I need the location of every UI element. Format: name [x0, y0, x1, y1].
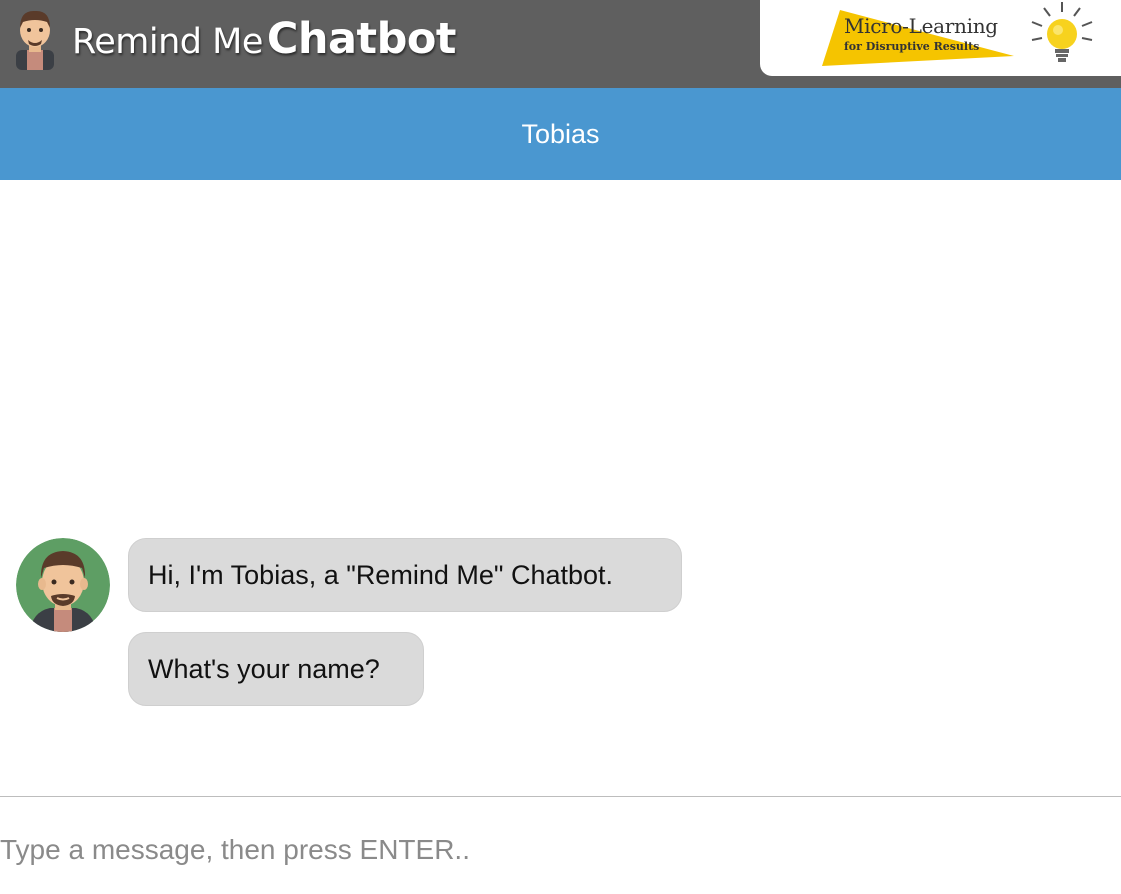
brand-avatar-icon: [16, 10, 54, 70]
micro-learning-logo: Micro-Learning for Disruptive Results: [760, 0, 1121, 76]
app-title: Remind MeChatbot: [72, 14, 456, 64]
app-title-bold: Chatbot: [266, 14, 457, 64]
bot-message-bubble: Hi, I'm Tobias, a "Remind Me" Chatbot.: [128, 538, 682, 612]
lightbulb-icon: [1031, 2, 1093, 62]
chat-header: Tobias: [0, 88, 1121, 180]
app-header: Remind MeChatbot Micro-Learning for Disr…: [0, 0, 1121, 88]
composer-divider: [0, 796, 1121, 797]
message-input[interactable]: [0, 820, 1121, 880]
app-title-light: Remind Me: [72, 22, 263, 62]
bot-message-bubble: What's your name?: [128, 632, 424, 706]
logo-subtitle: for Disruptive Results: [844, 40, 980, 53]
bot-name: Tobias: [521, 119, 600, 149]
bot-avatar-icon: [16, 538, 110, 632]
logo-title: Micro-Learning: [844, 14, 998, 38]
